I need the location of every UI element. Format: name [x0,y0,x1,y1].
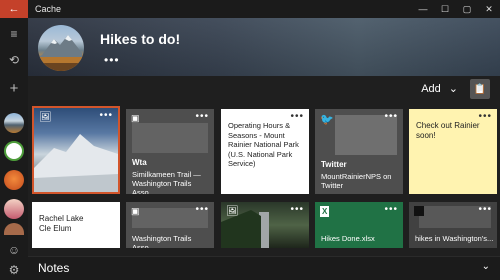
web-tile-hikes[interactable]: ••• hikes in Washington's... [409,202,497,248]
history-icon: ⟲ [8,53,20,67]
add-label: Add [421,82,441,95]
gear-icon: ⚙ [8,263,20,277]
collection-more-button[interactable]: ••• [104,53,120,67]
tile-more-button[interactable]: ••• [99,110,113,121]
mountain-icon [38,35,84,71]
feedback-button[interactable]: ☺ [0,240,28,260]
tile-more-button[interactable]: ••• [290,204,304,215]
settings-button[interactable]: ⚙ [0,260,28,280]
web-tile-wta-2[interactable]: ▣ ••• Washington Trails Asso... [126,202,214,248]
note-tile-rachel-lake[interactable]: Rachel Lake Cle Elum [32,202,120,248]
web-tile-wta[interactable]: ▣ ••• Wta Similkameen Trail — Washington… [126,109,214,194]
tile-text: Hikes Done.xlsx [321,234,375,243]
new-collection-button[interactable]: + [0,78,28,98]
add-button[interactable]: Add ⌄ [421,82,458,96]
collection-avatar-orange[interactable] [4,170,24,190]
collection-avatar-hikes[interactable] [4,113,24,133]
collection-header: Hikes to do! ••• [28,18,500,76]
collection-cover-image [38,25,84,71]
tile-source: Wta [132,158,147,167]
back-arrow-icon: ← [8,3,20,15]
hamburger-menu-button[interactable]: ≡ [0,24,28,44]
smile-icon: ☺ [7,243,21,257]
app-title: Cache [35,4,62,14]
close-button[interactable]: ✕ [478,0,500,18]
items-grid: 🖼 ••• ▣ ••• Wta Similkameen Trail — Wash… [28,102,500,256]
tile-more-button[interactable]: ••• [195,111,209,122]
maximize-button[interactable]: ☐ [434,0,456,18]
tile-more-button[interactable]: ••• [195,204,209,215]
web-icon: ▣ [131,113,140,123]
page-preview [132,123,208,153]
image-icon: 🖼 [39,112,52,123]
tile-more-button[interactable]: ••• [384,111,398,122]
notes-bar[interactable]: Notes ⌄ [28,256,500,280]
notes-label: Notes [38,261,70,275]
left-rail: ≡ ⟲ + ☺ ⚙ [0,18,28,280]
tile-text: Rachel Lake Cle Elum [39,214,84,233]
chevron-down-icon: ⌄ [448,83,458,95]
twitter-tile[interactable]: 🐦 ••• Twitter MountRainierNPS on Twitter [315,109,403,194]
excel-file-tile[interactable]: X ••• Hikes Done.xlsx [315,202,403,248]
tile-text: Washington Trails Asso... [132,234,192,248]
twitter-icon: 🐦 [320,114,334,126]
tile-text: Operating Hours & Seasons - Mount Rainie… [228,121,299,168]
chevron-down-icon[interactable]: ⌄ [482,261,490,272]
collection-title: Hikes to do! [100,31,181,47]
collection-avatar-person[interactable] [4,199,24,219]
sticky-note-tile[interactable]: ••• Check out Rainier soon! [409,109,497,194]
collection-avatar-green[interactable] [4,141,24,161]
title-bar: ← Cache — ☐ ▢ ✕ [0,0,500,18]
tile-text: MountRainierNPS on Twitter [321,172,392,190]
web-icon: ▣ [131,206,140,216]
toolbar: Add ⌄ 📋 [28,76,500,102]
image-icon: 🖼 [226,206,239,217]
image-tile[interactable]: 🖼 ••• [32,106,120,194]
minimize-button[interactable]: — [412,0,434,18]
web-icon [414,206,424,216]
window-controls: — ☐ ▢ ✕ [412,0,500,18]
excel-icon: X [320,206,330,217]
tile-text: Check out Rainier soon! [416,121,480,140]
hamburger-icon: ≡ [10,27,18,41]
tile-more-button[interactable]: ••• [478,204,492,215]
tile-text: hikes in Washington's... [415,234,494,243]
image-tile-waterfall[interactable]: 🖼 ••• [221,202,309,248]
back-button[interactable]: ← [0,0,28,18]
restore-button[interactable]: ▢ [456,0,478,18]
clipboard-icon: 📋 [473,83,487,95]
tile-source: Twitter [321,160,347,169]
note-tile-hours[interactable]: ••• Operating Hours & Seasons - Mount Ra… [221,109,309,194]
tile-more-button[interactable]: ••• [384,204,398,215]
plus-icon: + [9,79,19,97]
collection-avatar-partial[interactable] [4,223,24,235]
paste-button[interactable]: 📋 [470,79,490,99]
history-button[interactable]: ⟲ [0,50,28,70]
tile-text: Similkameen Trail — Washington Trails As… [132,170,201,194]
